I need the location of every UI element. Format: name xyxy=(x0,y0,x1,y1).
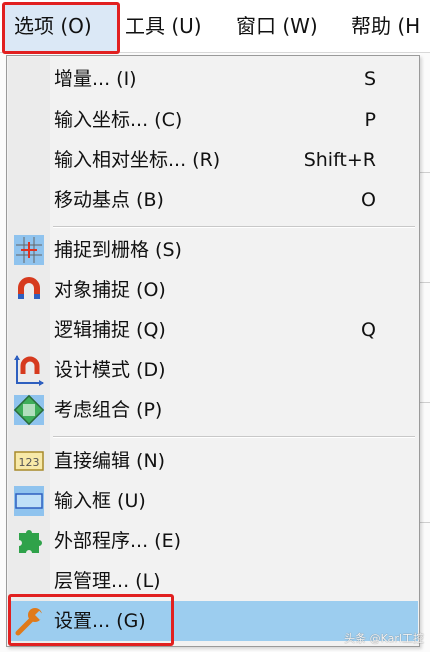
puzzle-icon xyxy=(13,525,45,557)
direct-edit-icon: 123 xyxy=(13,445,45,477)
menu-item-label: 输入坐标... (C) xyxy=(54,109,183,131)
menu-item-label: 外部程序... (E) xyxy=(54,530,181,552)
menu-item-shortcut: Shift+R xyxy=(303,149,376,171)
group-icon xyxy=(13,394,45,426)
settings-highlight-box xyxy=(8,594,174,646)
menu-item-shortcut: O xyxy=(361,189,376,211)
menu-item-label: 对象捕捉 (O) xyxy=(54,279,166,301)
menu-item-label: 考虑组合 (P) xyxy=(54,399,163,421)
grid-snap-icon xyxy=(13,234,45,266)
menu-item-shortcut: Q xyxy=(361,319,376,341)
input-box-icon xyxy=(13,485,45,517)
menu-item-label: 直接编辑 (N) xyxy=(54,450,166,472)
menu-item-label: 捕捉到栅格 (S) xyxy=(54,239,182,261)
menu-item-input-box[interactable]: 输入框 (U) xyxy=(8,481,418,521)
menu-item-input-coordinates[interactable]: 输入坐标... (C) P xyxy=(8,100,418,140)
menu-item-input-relative-coordinates[interactable]: 输入相对坐标... (R) Shift+R xyxy=(8,140,418,180)
menu-item-label: 输入框 (U) xyxy=(54,490,146,512)
options-dropdown-menu: 增量... (I) S 输入坐标... (C) P 输入相对坐标... (R) … xyxy=(6,55,420,647)
menu-item-logic-snap[interactable]: 逻辑捕捉 (Q) Q xyxy=(8,310,418,350)
menu-item-label: 移动基点 (B) xyxy=(54,189,164,211)
menu-item-design-mode[interactable]: 设计模式 (D) xyxy=(8,350,418,390)
menu-item-shortcut: S xyxy=(363,68,376,90)
menu-item-consider-group[interactable]: 考虑组合 (P) xyxy=(8,390,418,430)
menu-options[interactable]: 选项 (O) xyxy=(14,0,92,52)
menu-help[interactable]: 帮助 (H xyxy=(351,0,420,52)
menu-item-external-program[interactable]: 外部程序... (E) xyxy=(8,521,418,561)
menu-bar: 选项 (O) 工具 (U) 窗口 (W) 帮助 (H xyxy=(0,0,430,54)
menu-separator-highlight xyxy=(53,227,415,228)
menu-item-label: 逻辑捕捉 (Q) xyxy=(54,319,166,341)
menu-item-move-base-point[interactable]: 移动基点 (B) O xyxy=(8,180,418,220)
magnet-icon xyxy=(13,274,45,306)
design-mode-icon xyxy=(13,354,45,386)
svg-text:123: 123 xyxy=(19,456,40,469)
menu-item-direct-edit[interactable]: 123 直接编辑 (N) xyxy=(8,441,418,481)
menu-item-snap-to-grid[interactable]: 捕捉到栅格 (S) xyxy=(8,230,418,270)
menu-tools[interactable]: 工具 (U) xyxy=(125,0,202,52)
menu-item-object-snap[interactable]: 对象捕捉 (O) xyxy=(8,270,418,310)
menu-item-label: 输入相对坐标... (R) xyxy=(54,149,221,171)
watermark: 头条 @Karl工控 xyxy=(344,632,424,645)
menu-item-label: 增量... (I) xyxy=(54,68,137,90)
menu-window[interactable]: 窗口 (W) xyxy=(236,0,318,52)
menu-item-increment[interactable]: 增量... (I) S xyxy=(8,59,418,99)
menu-item-label: 设计模式 (D) xyxy=(54,359,166,381)
menu-item-shortcut: P xyxy=(364,109,376,131)
menu-separator-highlight xyxy=(53,437,415,438)
